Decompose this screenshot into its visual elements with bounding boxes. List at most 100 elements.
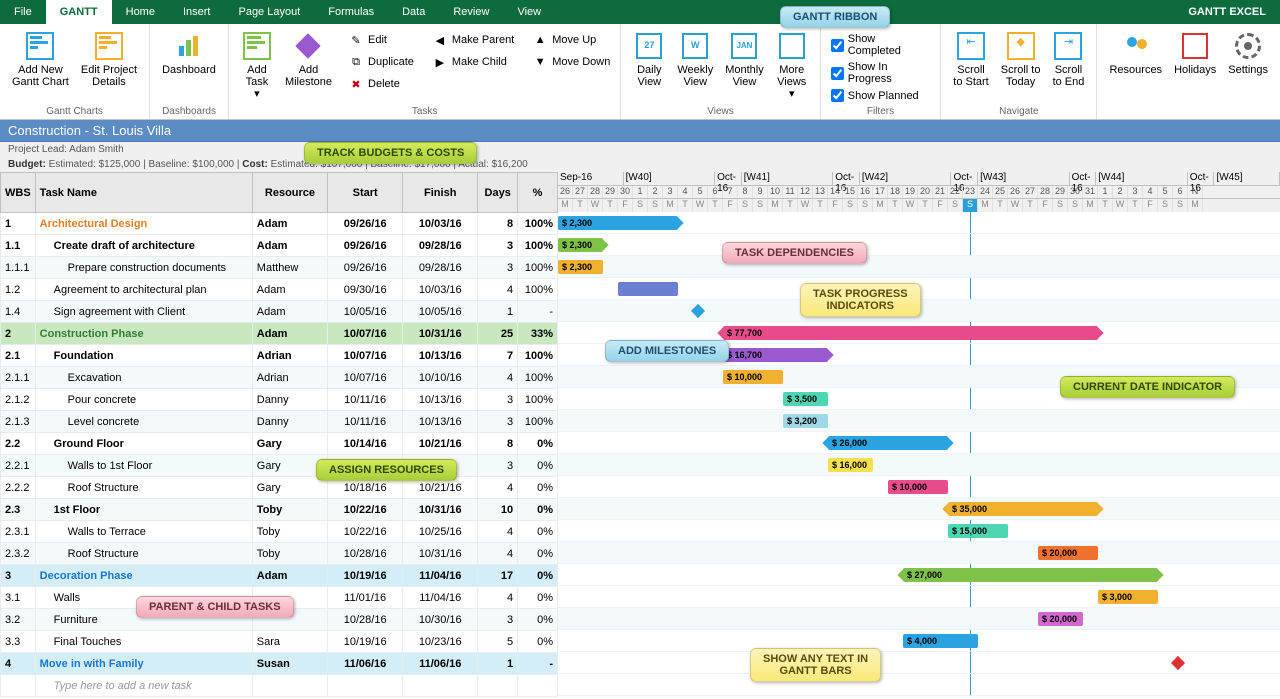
gantt-bar[interactable]: $ 2,300 <box>558 216 678 230</box>
more-views-button[interactable]: More Views▾ <box>770 28 814 102</box>
menu-home[interactable]: Home <box>112 0 169 24</box>
milestone-marker[interactable] <box>1171 656 1185 670</box>
table-row[interactable]: 1.4Sign agreement with ClientAdam10/05/1… <box>1 301 558 323</box>
show-completed-checkbox[interactable]: Show Completed <box>827 32 935 58</box>
table-row[interactable]: 1.1.1Prepare construction documentsMatth… <box>1 257 558 279</box>
col-wbs[interactable]: WBS <box>1 173 36 213</box>
col-pct[interactable]: % <box>518 173 558 213</box>
ribbon: Add New Gantt Chart Edit Project Details… <box>0 24 1280 120</box>
gantt-bar[interactable]: $ 77,700 <box>723 326 1098 340</box>
up-icon: ▲ <box>532 32 548 48</box>
delete-button[interactable]: ✖Delete <box>344 74 418 94</box>
menu-data[interactable]: Data <box>388 0 439 24</box>
bar-cost-label: $ 3,200 <box>787 416 817 426</box>
gantt-bar[interactable] <box>618 282 678 296</box>
gantt-bar[interactable]: $ 3,000 <box>1098 590 1158 604</box>
col-days[interactable]: Days <box>478 173 518 213</box>
calendar-day-icon: 27 <box>633 30 665 62</box>
move-up-button[interactable]: ▲Move Up <box>528 30 614 50</box>
table-row[interactable]: 2.1.3Level concreteDanny10/11/1610/13/16… <box>1 411 558 433</box>
add-task-icon <box>241 30 273 62</box>
menu-pagelayout[interactable]: Page Layout <box>224 0 314 24</box>
table-row[interactable]: 3.3Final TouchesSara10/19/1610/23/1650% <box>1 631 558 653</box>
gantt-bar[interactable]: $ 4,000 <box>903 634 978 648</box>
menu-review[interactable]: Review <box>439 0 503 24</box>
scroll-today-button[interactable]: ◆Scroll to Today <box>995 28 1047 90</box>
dashboard-button[interactable]: Dashboard <box>156 28 222 78</box>
menu-gantt[interactable]: GANTT <box>46 0 112 24</box>
gantt-bar[interactable]: $ 16,000 <box>828 458 873 472</box>
table-row[interactable]: 2.3.1Walls to TerraceToby10/22/1610/25/1… <box>1 521 558 543</box>
table-row[interactable]: 2.1FoundationAdrian10/07/1610/13/167100% <box>1 345 558 367</box>
group-gantt-charts: Add New Gantt Chart Edit Project Details… <box>0 24 150 119</box>
gantt-bar[interactable]: $ 15,000 <box>948 524 1008 538</box>
edit-project-details-button[interactable]: Edit Project Details <box>75 28 143 90</box>
table-row[interactable]: 2.2.2Roof StructureGary10/18/1610/21/164… <box>1 477 558 499</box>
bar-cost-label: $ 26,000 <box>832 438 867 448</box>
brand-label: GANTT EXCEL <box>1174 6 1280 18</box>
add-task-button[interactable]: Add Task▾ <box>235 28 279 102</box>
col-task[interactable]: Task Name <box>35 173 252 213</box>
gear-icon <box>1232 30 1264 62</box>
timeline-row: $ 20,000 <box>558 542 1280 564</box>
gantt-chart-icon <box>24 30 56 62</box>
col-resource[interactable]: Resource <box>252 173 327 213</box>
gantt-bar[interactable]: $ 2,300 <box>558 238 603 252</box>
show-inprogress-checkbox[interactable]: Show In Progress <box>827 60 935 86</box>
gantt-bar[interactable]: $ 16,700 <box>723 348 828 362</box>
table-row[interactable]: 2.3.2Roof StructureToby10/28/1610/31/164… <box>1 543 558 565</box>
edit-task-button[interactable]: ✎Edit <box>344 30 418 50</box>
gantt-bar[interactable]: $ 27,000 <box>903 568 1158 582</box>
gantt-bar[interactable]: $ 26,000 <box>828 436 948 450</box>
col-finish[interactable]: Finish <box>403 173 478 213</box>
group-other: Resources Holidays Settings <box>1097 24 1280 119</box>
table-row[interactable]: 2Construction PhaseAdam10/07/1610/31/162… <box>1 323 558 345</box>
milestone-marker[interactable] <box>691 304 705 318</box>
menu-view[interactable]: View <box>503 0 555 24</box>
gantt-bar[interactable]: $ 3,500 <box>783 392 828 406</box>
table-row[interactable]: 2.1.1ExcavationAdrian10/07/1610/10/16410… <box>1 367 558 389</box>
col-start[interactable]: Start <box>328 173 403 213</box>
monthly-view-button[interactable]: JANMonthly View <box>719 28 770 90</box>
table-row[interactable]: 1.2Agreement to architectural planAdam09… <box>1 279 558 301</box>
indent-icon: ▶ <box>432 54 448 70</box>
gantt-bar[interactable]: $ 3,200 <box>783 414 828 428</box>
gantt-bar[interactable]: $ 35,000 <box>948 502 1098 516</box>
gantt-bar[interactable]: $ 10,000 <box>888 480 948 494</box>
gantt-bar[interactable]: $ 20,000 <box>1038 546 1098 560</box>
scroll-end-button[interactable]: ⇥Scroll to End <box>1046 28 1090 90</box>
scroll-start-button[interactable]: ⇤Scroll to Start <box>947 28 994 90</box>
table-row[interactable]: 4Move in with FamilySusan11/06/1611/06/1… <box>1 653 558 675</box>
gantt-bar[interactable]: $ 10,000 <box>723 370 783 384</box>
table-row[interactable]: 2.1.2Pour concreteDanny10/11/1610/13/163… <box>1 389 558 411</box>
duplicate-button[interactable]: ⧉Duplicate <box>344 52 418 72</box>
table-row[interactable]: 2.2Ground FloorGary10/14/1610/21/1680% <box>1 433 558 455</box>
gantt-bar[interactable]: $ 20,000 <box>1038 612 1083 626</box>
table-row[interactable]: 1.1Create draft of architectureAdam09/26… <box>1 235 558 257</box>
group-label: Navigate <box>941 105 1096 119</box>
move-down-button[interactable]: ▼Move Down <box>528 52 614 72</box>
gantt-bar[interactable]: $ 2,300 <box>558 260 603 274</box>
group-label: Dashboards <box>150 105 228 119</box>
daily-view-button[interactable]: 27Daily View <box>627 28 671 90</box>
holidays-button[interactable]: Holidays <box>1168 28 1222 78</box>
add-milestone-button[interactable]: Add Milestone <box>279 28 338 90</box>
menu-formulas[interactable]: Formulas <box>314 0 388 24</box>
table-row[interactable]: 3Decoration PhaseAdam10/19/1611/04/16170… <box>1 565 558 587</box>
table-row[interactable]: 1Architectural DesignAdam09/26/1610/03/1… <box>1 213 558 235</box>
menu-insert[interactable]: Insert <box>169 0 225 24</box>
bar-cost-label: $ 2,300 <box>562 240 592 250</box>
add-new-gantt-button[interactable]: Add New Gantt Chart <box>6 28 75 90</box>
timeline[interactable]: Sep-16[W40]Oct-16[W41]Oct-16[W42]Oct-16[… <box>558 172 1280 697</box>
new-task-input[interactable]: Type here to add a new task <box>35 675 252 697</box>
table-row[interactable]: 2.2.1Walls to 1st FloorGary30% <box>1 455 558 477</box>
make-child-button[interactable]: ▶Make Child <box>428 52 518 72</box>
project-title: Construction - St. Louis Villa <box>0 120 1280 142</box>
table-row[interactable]: 2.31st FloorToby10/22/1610/31/16100% <box>1 499 558 521</box>
weekly-view-button[interactable]: WWeekly View <box>671 28 719 90</box>
make-parent-button[interactable]: ◀Make Parent <box>428 30 518 50</box>
resources-button[interactable]: Resources <box>1103 28 1168 78</box>
settings-button[interactable]: Settings <box>1222 28 1274 78</box>
show-planned-checkbox[interactable]: Show Planned <box>827 88 935 103</box>
menu-file[interactable]: File <box>0 0 46 24</box>
